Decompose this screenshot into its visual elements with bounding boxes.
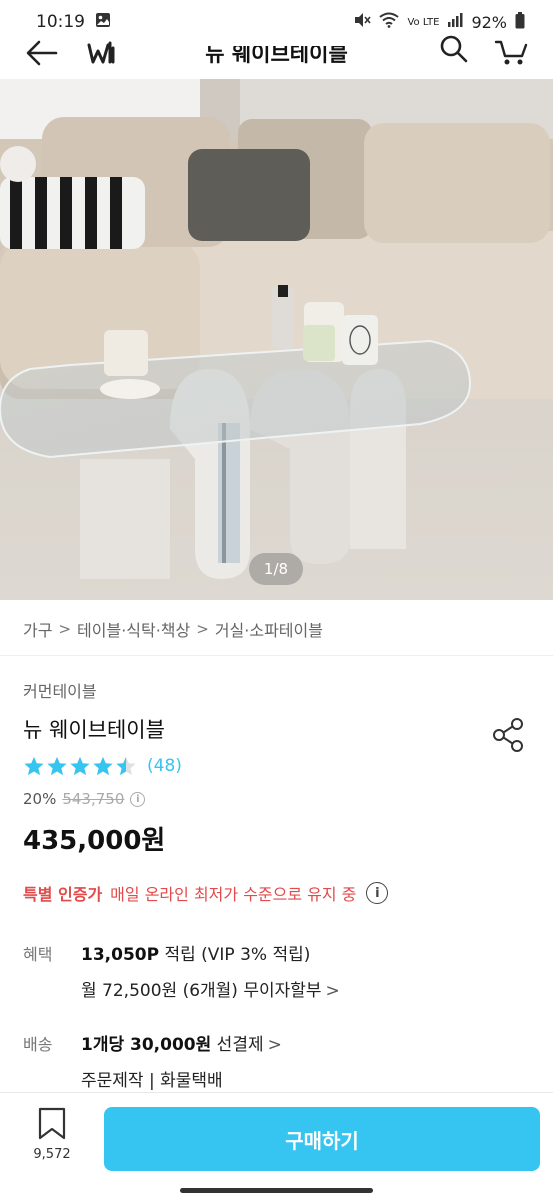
network-type: Vo LTE <box>407 16 440 28</box>
star-full-icon <box>70 756 90 776</box>
certification-label: 특별 인증가 <box>23 885 103 904</box>
discount-row: 20% 543,750 i <box>23 790 146 808</box>
star-rating <box>23 755 137 777</box>
breadcrumb-item-sofa-table[interactable]: 거실·소파테이블 <box>215 617 323 641</box>
breadcrumb-separator-icon: > <box>58 620 72 638</box>
breadcrumb-item-table[interactable]: 테이블·식탁·책상 <box>77 617 190 641</box>
points-amount: 13,050P <box>81 945 160 965</box>
original-price: 543,750 <box>62 790 125 808</box>
status-time: 10:19 <box>36 12 85 32</box>
shipping-fee-link[interactable]: 1개당 30,000원 선결제 > <box>81 1030 282 1055</box>
certification-info-icon[interactable]: i <box>366 882 389 904</box>
price-info-icon[interactable]: i <box>130 791 146 807</box>
rating-row[interactable]: (48) <box>23 755 182 777</box>
mute-icon <box>353 12 372 32</box>
star-full-icon <box>93 756 113 776</box>
installment-text: 월 72,500원 (6개월) 무이자할부 <box>81 981 322 1001</box>
battery-percent: 92% <box>471 12 507 32</box>
chevron-right-icon: > <box>267 1035 282 1055</box>
section-divider <box>0 655 553 656</box>
home-indicator[interactable] <box>180 1188 373 1193</box>
product-name: 뉴 웨이브테이블 <box>23 718 165 742</box>
image-pager: 1/8 <box>249 553 303 585</box>
installment-link[interactable]: 월 72,500원 (6개월) 무이자할부 > <box>81 976 340 1001</box>
shipping-label: 배송 <box>23 1035 53 1054</box>
breadcrumb-item-furniture[interactable]: 가구 <box>23 617 52 641</box>
cart-icon <box>494 40 528 65</box>
points-suffix: 적립 (VIP 3% 적립) <box>159 945 311 965</box>
cart-button[interactable] <box>492 34 532 68</box>
buy-button[interactable]: 구매하기 <box>104 1107 540 1171</box>
breadcrumb: 가구 > 테이블·식탁·책상 > 거실·소파테이블 <box>23 617 323 641</box>
signal-icon <box>447 12 463 32</box>
bookmark-icon <box>38 1107 66 1140</box>
search-icon <box>440 35 468 63</box>
star-full-icon <box>47 756 67 776</box>
benefits-points: 13,050P 적립 (VIP 3% 적립) <box>81 940 310 965</box>
product-photo <box>0 79 553 600</box>
sale-price: 435,000원 <box>23 826 166 856</box>
star-half-icon <box>116 756 136 776</box>
benefits-label: 혜택 <box>23 945 53 964</box>
share-icon <box>493 718 523 752</box>
certification-text: 매일 온라인 최저가 수준으로 유지 중 <box>110 885 357 904</box>
certification-row: 특별 인증가 매일 온라인 최저가 수준으로 유지 중 i <box>23 881 389 905</box>
app-header: 뉴 웨이브테이블 <box>0 30 553 78</box>
review-count[interactable]: (48) <box>147 756 182 776</box>
shipping-method: 주문제작 | 화물택배 <box>81 1071 223 1091</box>
bookmark-button[interactable]: 9,572 <box>22 1107 82 1173</box>
product-image-carousel[interactable]: 1/8 <box>0 79 553 600</box>
shipping-fee: 1개당 30,000원 <box>81 1035 212 1055</box>
discount-rate: 20% <box>23 790 57 808</box>
brand-name[interactable]: 커먼테이블 <box>23 678 97 702</box>
bookmark-count: 9,572 <box>33 1147 71 1162</box>
share-button[interactable] <box>490 716 528 754</box>
chevron-right-icon: > <box>325 981 340 1001</box>
shipping-fee-suffix: 선결제 <box>211 1035 264 1055</box>
breadcrumb-separator-icon: > <box>196 620 209 638</box>
star-full-icon <box>24 756 44 776</box>
bottom-action-bar: 9,572 구매하기 <box>0 1092 553 1184</box>
search-button[interactable] <box>434 34 474 68</box>
wifi-icon <box>379 12 400 32</box>
